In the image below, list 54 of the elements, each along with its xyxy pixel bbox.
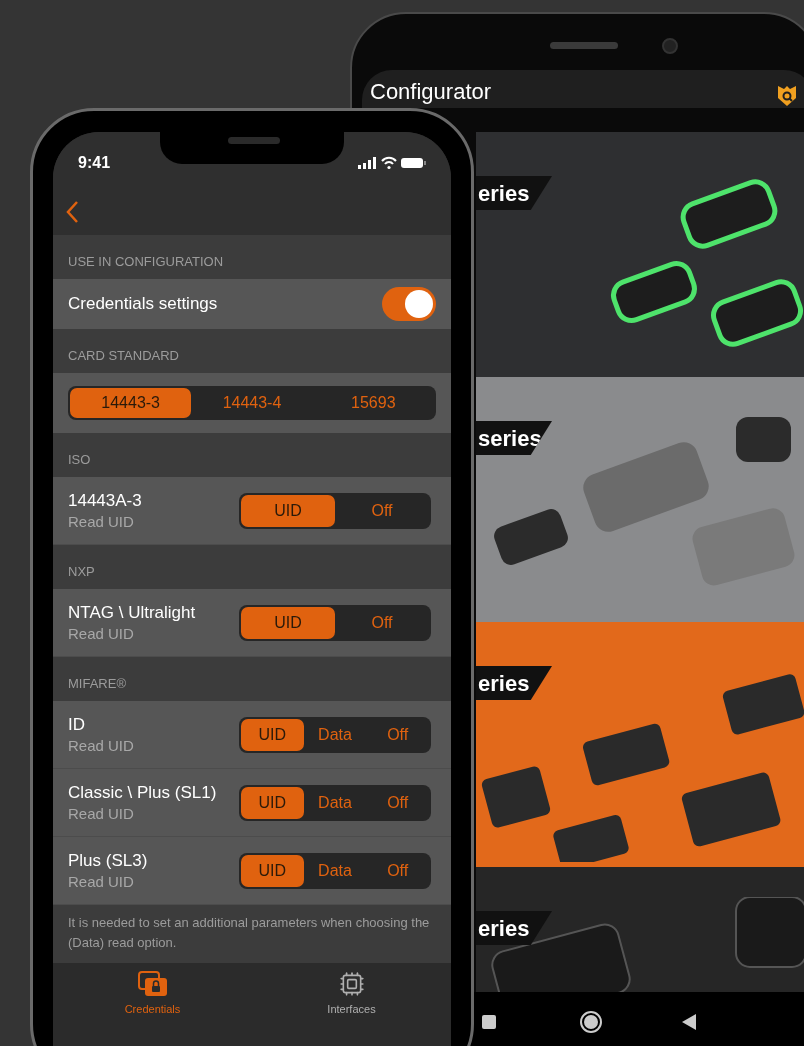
tab-item[interactable]: Interfaces	[252, 971, 451, 1018]
row-title: ID	[68, 713, 86, 736]
product-banner[interactable]: eries	[476, 132, 804, 377]
segment-option[interactable]: Data	[303, 854, 367, 887]
segment-option[interactable]: 15693	[312, 388, 434, 418]
section-title: USE IN CONFIGURATION	[68, 252, 224, 271]
segment-option[interactable]: Off	[335, 494, 429, 527]
segment-option[interactable]: UID	[241, 494, 335, 527]
section-title: ISO	[68, 450, 91, 469]
segment-option[interactable]: 14443-4	[191, 388, 313, 418]
segment-option[interactable]: Off	[366, 786, 429, 819]
speaker-grill	[550, 42, 618, 49]
back-triangle-icon[interactable]	[682, 1014, 696, 1030]
row-title: Plus (SL3)	[68, 849, 148, 872]
row-title: 14443A-3	[68, 489, 142, 512]
row-label: Credentials settings	[68, 293, 218, 316]
section-title: CARD STANDARD	[68, 346, 179, 365]
segment-option[interactable]: UID	[241, 606, 335, 639]
banner-title: eries	[478, 669, 530, 698]
app-title: Configurator	[370, 78, 492, 106]
camera-lens	[662, 38, 678, 54]
segment-option[interactable]: Data	[303, 786, 367, 819]
stacked-cards-lock-icon	[137, 971, 168, 997]
row-subtitle: Read UID	[68, 803, 135, 824]
segment-option[interactable]: Off	[335, 606, 429, 639]
segment-option[interactable]: 14443-3	[70, 388, 192, 418]
banner-title: eries	[478, 914, 530, 943]
back-chevron-icon[interactable]	[65, 200, 79, 224]
banner-title: series	[478, 424, 542, 453]
section-title: NXP	[68, 562, 95, 581]
row-title: NTAG \ Ultralight	[68, 601, 196, 624]
segment-option[interactable]: UID	[241, 786, 304, 819]
section-title: MIFARE®	[68, 674, 126, 693]
chip-icon	[338, 971, 365, 997]
status-icons-drawing	[358, 155, 426, 170]
earpiece	[228, 137, 280, 144]
row-subtitle: Read UID	[68, 871, 135, 892]
footnote: It is needed to set an additional parameters when choosing the (Data) read option.	[68, 914, 431, 952]
row-subtitle: Read UID	[68, 623, 135, 644]
segment-option[interactable]: UID	[241, 718, 304, 751]
banner-title: eries	[478, 179, 530, 208]
product-banner[interactable]: series	[476, 377, 804, 622]
product-banner[interactable]: eries	[476, 867, 804, 992]
tab-item[interactable]: Credentials	[53, 971, 252, 1018]
row-subtitle: Read UID	[68, 511, 135, 532]
row-title: Classic \ Plus (SL1)	[68, 781, 217, 804]
segment-option[interactable]: UID	[241, 854, 304, 887]
segment-option[interactable]: Off	[366, 718, 429, 751]
row-subtitle: Read UID	[68, 735, 134, 756]
status-time: 9:41	[78, 152, 111, 173]
segment-option[interactable]: Off	[366, 854, 429, 887]
product-banner[interactable]: eries	[476, 622, 804, 867]
segment-option[interactable]: Data	[303, 718, 367, 751]
toggle-switch[interactable]	[382, 287, 436, 321]
